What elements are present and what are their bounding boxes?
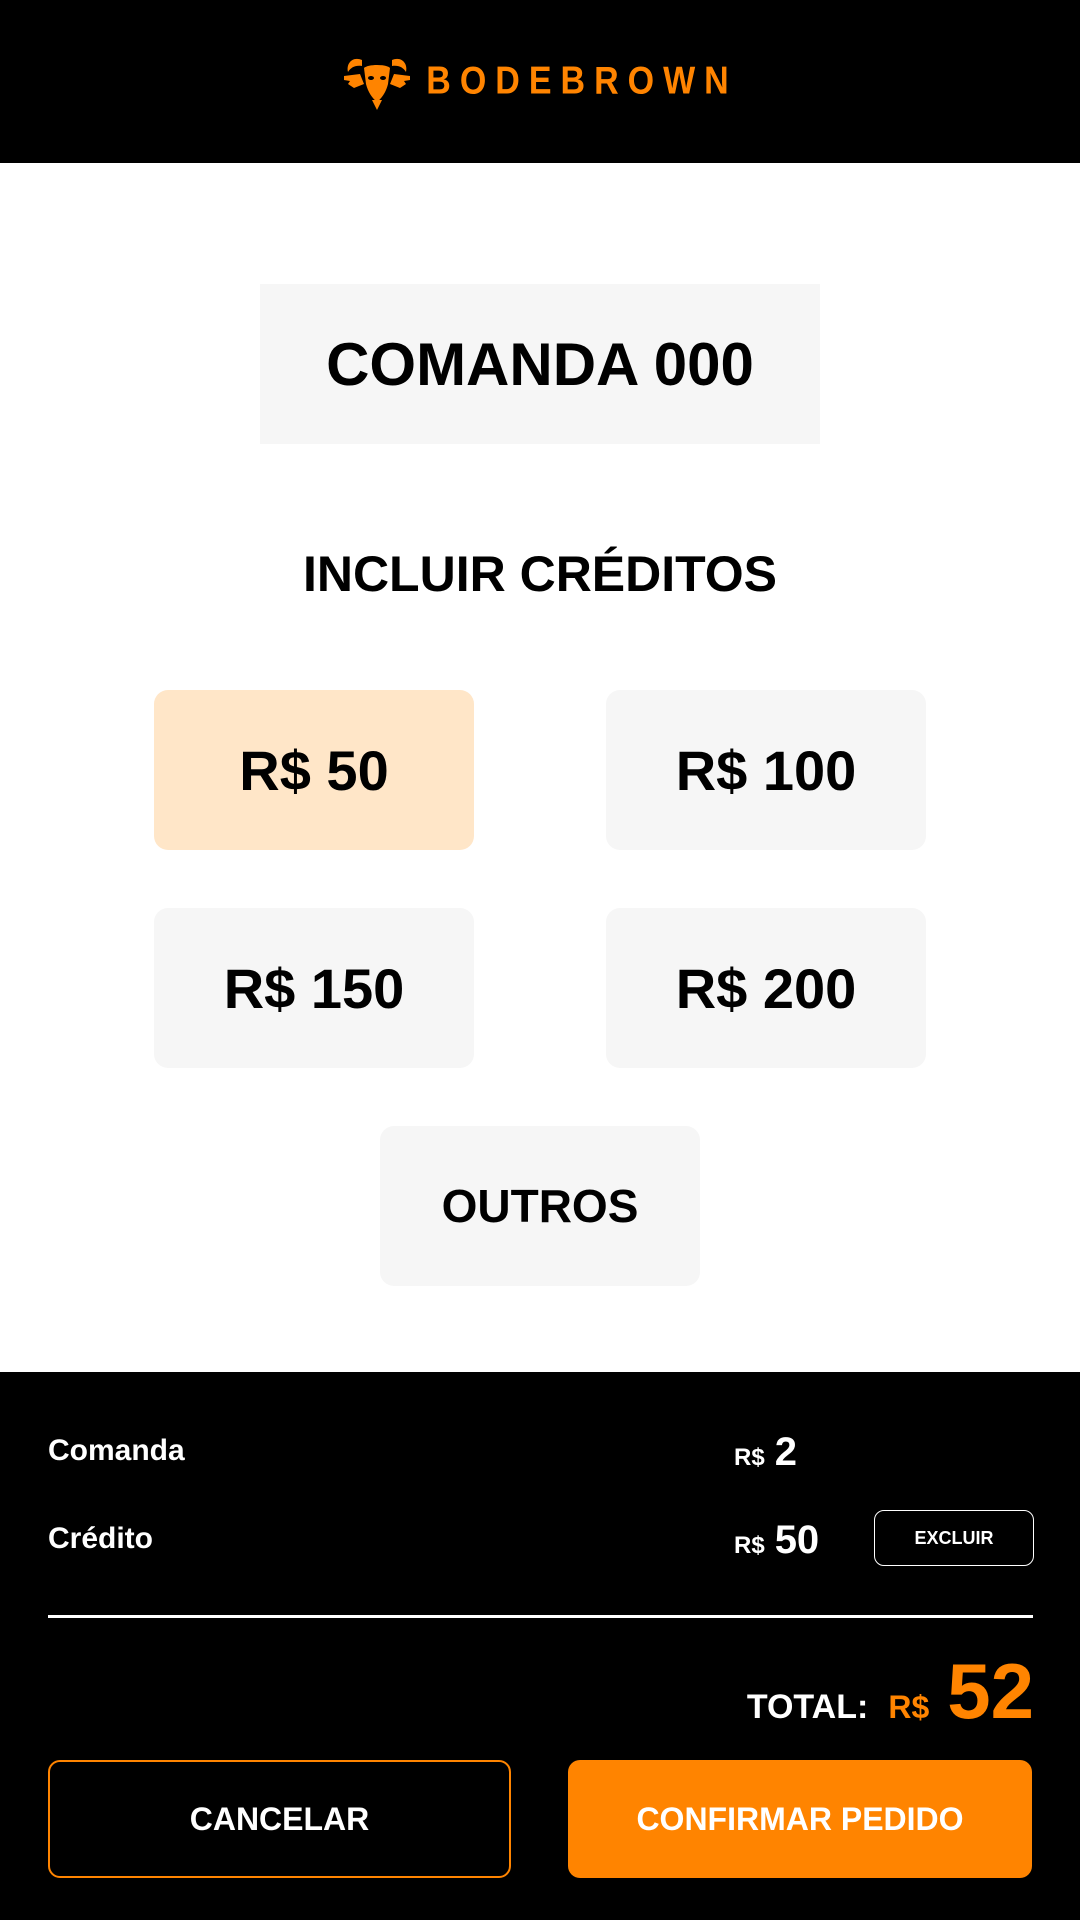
total-label: TOTAL: <box>746 1688 869 1726</box>
credit-amount: 50 <box>774 1518 820 1562</box>
brand-name: BODEBROWN <box>426 59 738 103</box>
total-amount: 52 <box>947 1647 1034 1735</box>
credit-option-150[interactable]: R$ 150 <box>154 908 474 1068</box>
remove-credit-button[interactable]: EXCLUIR <box>874 1510 1034 1566</box>
comanda-row-label: Comanda <box>48 1434 185 1467</box>
comanda-row-value: R$ 2 <box>734 1430 797 1475</box>
credit-row-label: Crédito <box>48 1522 153 1555</box>
credit-row-value: R$ 50 <box>734 1518 819 1563</box>
comanda-title: COMANDA 000 <box>326 330 754 398</box>
total-currency: R$ <box>888 1689 930 1725</box>
include-credits-title: INCLUIR CRÉDITOS <box>302 546 778 602</box>
order-summary-panel: Comanda R$ 2 Crédito R$ 50 EXCLUIR TOTAL: … <box>0 1372 1080 1920</box>
comanda-title-box: COMANDA 000 <box>260 284 820 444</box>
cancel-button[interactable]: CANCELAR <box>48 1760 511 1878</box>
credit-option-200[interactable]: R$ 200 <box>606 908 926 1068</box>
credit-currency: R$ <box>734 1532 765 1559</box>
comanda-currency: R$ <box>734 1444 765 1471</box>
credit-option-50[interactable]: R$ 50 <box>154 690 474 850</box>
summary-divider <box>48 1615 1033 1618</box>
app-header: BODEBROWN <box>0 0 1080 163</box>
brand: BODEBROWN <box>342 54 737 110</box>
credit-option-100[interactable]: R$ 100 <box>606 690 926 850</box>
credit-page: BODEBROWN COMANDA 000 INCLUIR CRÉDITOS R… <box>0 0 1080 1920</box>
comanda-amount: 2 <box>774 1430 797 1474</box>
credit-option-others[interactable]: OUTROS <box>380 1126 700 1286</box>
confirm-order-button[interactable]: CONFIRMAR PEDIDO <box>568 1760 1032 1878</box>
order-total: TOTAL: R$ 52 <box>747 1652 1034 1730</box>
goat-dragon-logo-icon <box>344 58 411 110</box>
